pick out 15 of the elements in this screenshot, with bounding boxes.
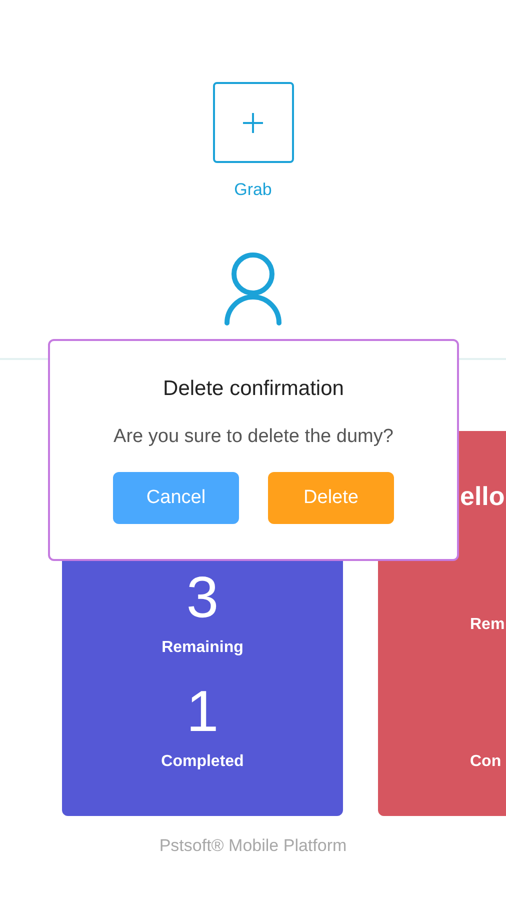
- stat-label: Con: [470, 753, 502, 771]
- stat-label: Completed: [161, 753, 244, 771]
- plus-icon: [242, 112, 264, 134]
- card-title: ello: [460, 481, 505, 513]
- stat-label: Rem: [470, 616, 505, 634]
- delete-button[interactable]: Delete: [268, 472, 394, 524]
- grab-button[interactable]: [212, 82, 294, 163]
- dialog-title: Delete confirmation: [163, 377, 344, 401]
- stat-value: 3: [186, 567, 219, 629]
- person-icon: [224, 252, 282, 326]
- stat-label: Remaining: [162, 639, 244, 657]
- stat-value: 1: [186, 681, 219, 743]
- cancel-button[interactable]: Cancel: [113, 472, 239, 524]
- grab-label: Grab: [234, 180, 272, 200]
- footer-text: Pstsoft® Mobile Platform: [159, 836, 347, 856]
